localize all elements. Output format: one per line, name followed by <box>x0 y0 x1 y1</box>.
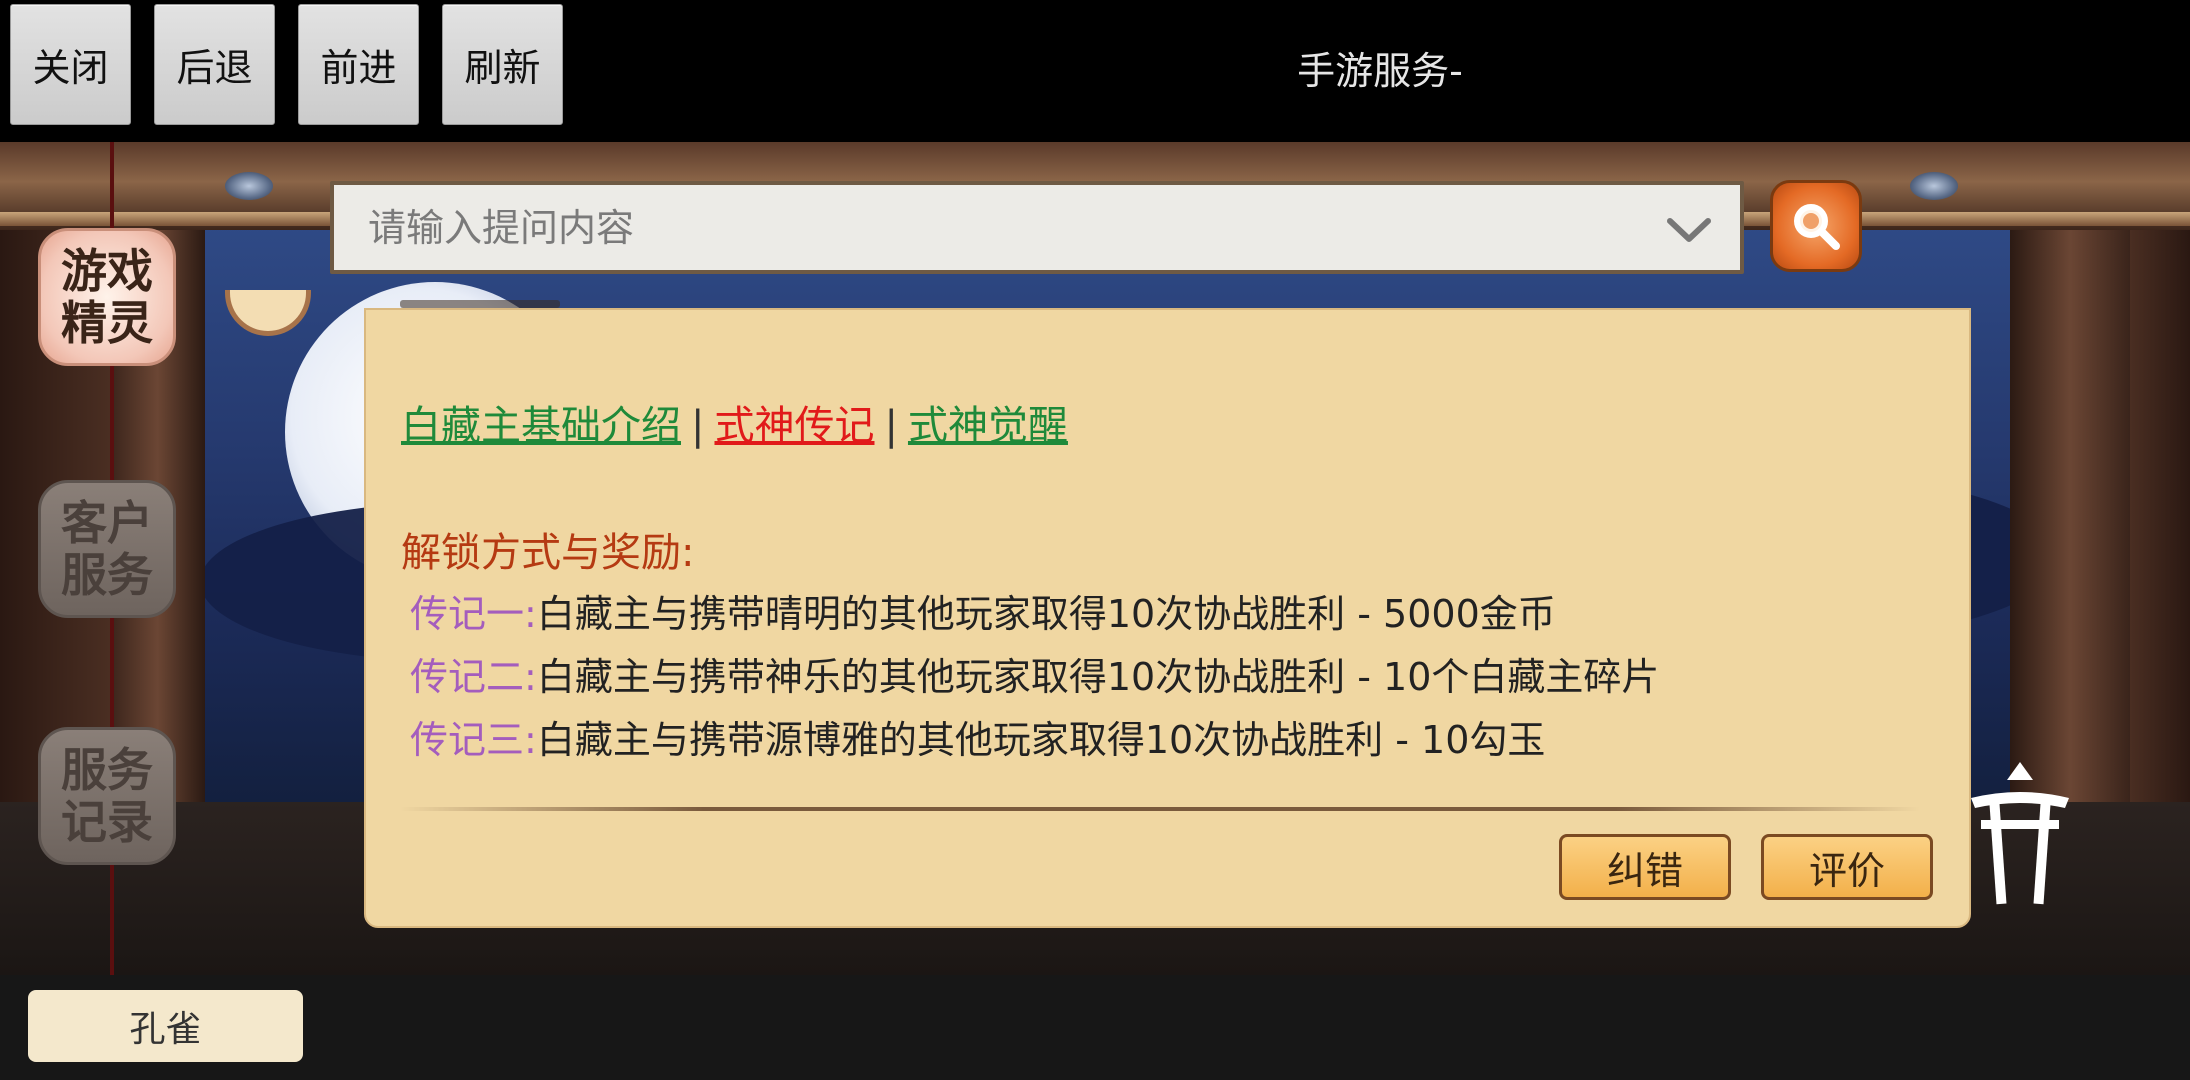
bottom-bar <box>0 975 2190 1080</box>
rate-button[interactable]: 评价 <box>1761 834 1933 900</box>
biography-label: 传记一: <box>410 592 537 636</box>
unlock-section-title: 解锁方式与奖励: <box>401 530 695 576</box>
search-bar <box>330 181 1744 274</box>
server-tag-button[interactable]: 孔雀 <box>28 990 303 1062</box>
truncated-heading <box>400 290 580 314</box>
search-button[interactable] <box>1770 180 1862 272</box>
tab-service-record[interactable]: 服务记录 <box>38 727 176 865</box>
biography-label: 传记二: <box>410 655 537 699</box>
top-toolbar: 关闭 后退 前进 刷新 手游服务- <box>0 0 2190 142</box>
correct-error-button[interactable]: 纠错 <box>1559 834 1731 900</box>
biography-text: 白藏主与携带晴明的其他玩家取得10次协战胜利 - 5000金币 <box>536 592 1556 636</box>
link-separator: | <box>884 403 898 449</box>
page-title: 手游服务- <box>1297 49 1463 93</box>
close-button[interactable]: 关闭 <box>10 4 131 125</box>
tab-customer-service[interactable]: 客户服务 <box>38 480 176 618</box>
biography-item: 传记二:白藏主与携带神乐的其他玩家取得10次协战胜利 - 10个白藏主碎片 <box>410 646 1659 701</box>
biography-text: 白藏主与携带源博雅的其他玩家取得10次协战胜利 - 10勾玉 <box>536 718 1546 762</box>
chevron-down-icon[interactable] <box>1664 205 1714 255</box>
tab-game-spirit[interactable]: 游戏精灵 <box>38 228 176 366</box>
back-button[interactable]: 后退 <box>154 4 275 125</box>
biography-label: 传记三: <box>410 718 537 762</box>
biography-item: 传记一:白藏主与携带晴明的其他玩家取得10次协战胜利 - 5000金币 <box>410 583 1556 638</box>
magnifier-icon <box>1794 204 1840 250</box>
refresh-button[interactable]: 刷新 <box>442 4 563 125</box>
link-biography[interactable]: 式神传记 <box>714 403 874 449</box>
biography-text: 白藏主与携带神乐的其他玩家取得10次协战胜利 - 10个白藏主碎片 <box>536 655 1660 699</box>
torii-scroll-up-icon[interactable] <box>1965 760 2075 910</box>
forward-button[interactable]: 前进 <box>298 4 419 125</box>
search-input[interactable] <box>368 199 1608 257</box>
beam-stud <box>1910 172 1958 200</box>
panel-divider <box>400 807 1920 811</box>
link-awakening[interactable]: 式神觉醒 <box>908 403 1068 449</box>
link-separator: | <box>691 403 705 449</box>
answer-links: 白藏主基础介绍 | 式神传记 | 式神觉醒 <box>401 393 1068 451</box>
biography-item: 传记三:白藏主与携带源博雅的其他玩家取得10次协战胜利 - 10勾玉 <box>410 709 1545 764</box>
link-basic-intro[interactable]: 白藏主基础介绍 <box>401 403 681 449</box>
beam-stud <box>225 172 273 200</box>
